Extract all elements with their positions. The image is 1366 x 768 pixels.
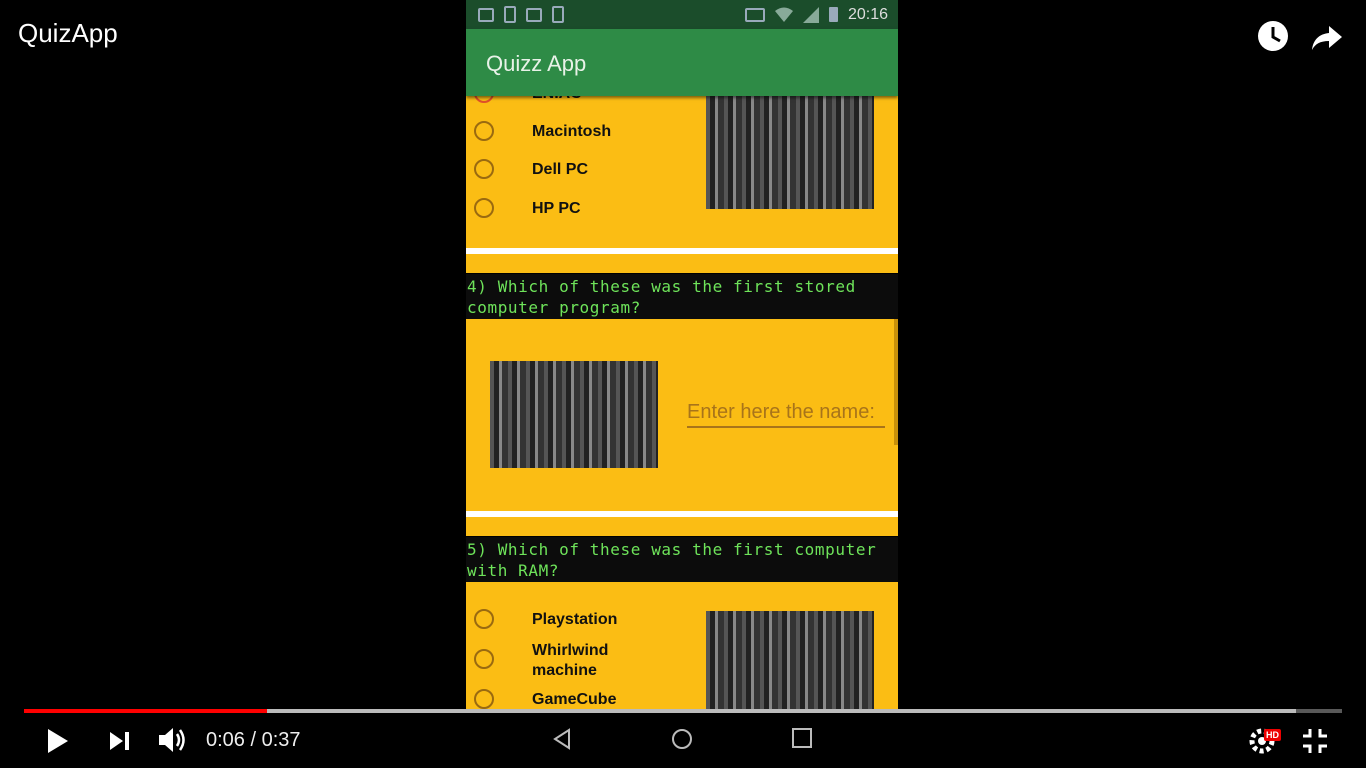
download-icon (552, 6, 564, 23)
whirlwind-photo (706, 611, 874, 712)
recents-icon[interactable] (792, 728, 812, 748)
hd-badge: HD (1264, 729, 1281, 741)
option-whirlwind[interactable] (474, 649, 494, 669)
video-camera-icon (478, 7, 494, 22)
signal-icon (802, 6, 819, 23)
watch-later-icon[interactable] (1255, 18, 1291, 54)
time-display: 0:06 / 0:37 (206, 729, 301, 751)
divider (466, 511, 898, 517)
radio-button[interactable] (474, 198, 494, 218)
name-input[interactable] (687, 399, 885, 428)
exit-fullscreen-icon[interactable] (1302, 728, 1328, 754)
video-progress-bar[interactable] (24, 709, 1342, 713)
option-hp-pc[interactable] (474, 198, 494, 218)
status-bar: 20:16 (466, 0, 898, 29)
video-title: QuizApp (18, 18, 118, 48)
option-gamecube[interactable] (474, 689, 494, 709)
volume-icon[interactable] (157, 726, 187, 754)
question4-card (466, 319, 898, 536)
radio-button[interactable] (474, 689, 494, 709)
progress-played (24, 709, 267, 713)
option-macintosh[interactable] (474, 121, 494, 141)
radio-button[interactable] (474, 159, 494, 179)
radio-button[interactable] (474, 609, 494, 629)
scrollbar[interactable] (894, 319, 898, 445)
question3-card: ENIAC Macintosh Dell PC HP PC (466, 80, 898, 273)
app-title: Quizz App (486, 51, 587, 76)
radio-button[interactable] (474, 121, 494, 141)
app-bar: Quizz App (466, 29, 898, 96)
image-icon (526, 7, 542, 22)
wifi-icon (774, 7, 793, 22)
question4-text: 4) Which of these was the first stored c… (466, 274, 898, 319)
question5-card: Playstation Whirlwind machine GameCube (466, 582, 898, 712)
divider (466, 248, 898, 254)
eniac-photo (706, 96, 874, 209)
next-icon[interactable] (109, 731, 131, 751)
share-icon[interactable] (1309, 18, 1345, 54)
battery-icon (828, 7, 838, 22)
home-icon[interactable] (671, 728, 693, 750)
computer-operator-photo (490, 361, 658, 468)
status-time: 20:16 (847, 5, 888, 23)
option-label: Playstation (532, 611, 618, 628)
play-icon[interactable] (46, 728, 70, 754)
option-playstation[interactable] (474, 609, 494, 629)
option-label: HP PC (532, 200, 581, 217)
radio-button[interactable] (474, 649, 494, 669)
option-dell-pc[interactable] (474, 159, 494, 179)
phone-screen: 20:16 Quizz App ENIAC Macintosh Dell PC … (466, 0, 898, 768)
option-label: Whirlwind machine (532, 642, 609, 679)
option-label: Macintosh (532, 123, 612, 140)
phone-icon (504, 6, 516, 23)
option-label: GameCube (532, 691, 617, 708)
option-label: Dell PC (532, 161, 589, 178)
android-nav-bar (466, 710, 898, 768)
question5-text: 5) Which of these was the first computer… (466, 537, 898, 582)
back-icon[interactable] (552, 728, 572, 750)
cast-icon (744, 7, 765, 22)
